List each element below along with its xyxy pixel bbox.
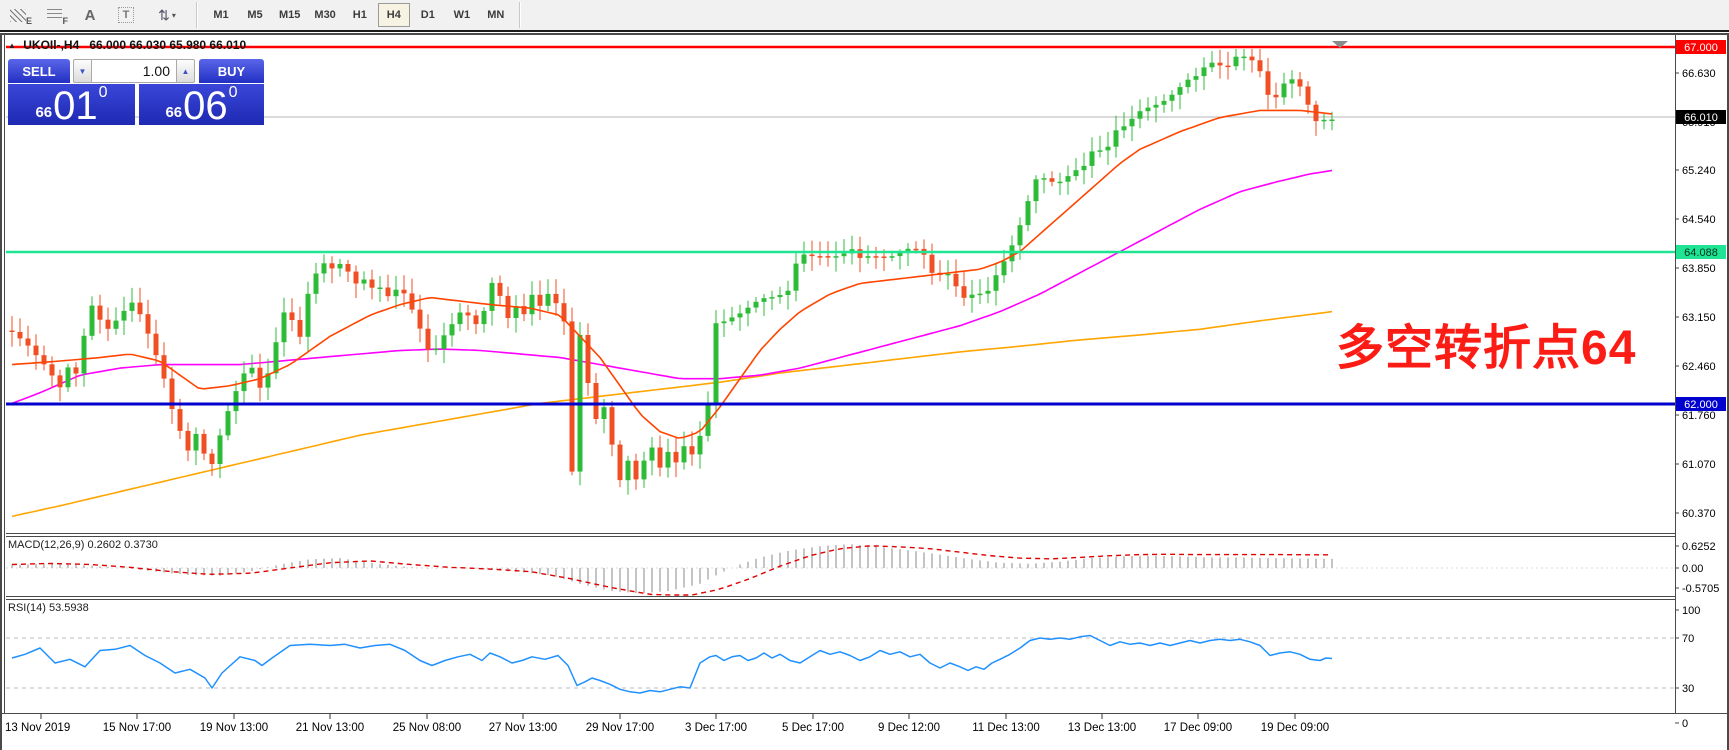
svg-text:11 Dec 13:00: 11 Dec 13:00 [972,722,1040,734]
svg-text:17 Dec 09:00: 17 Dec 09:00 [1164,722,1232,734]
sell-price-display[interactable]: 66 01 0 [8,84,135,129]
svg-text:3 Dec 17:00: 3 Dec 17:00 [685,722,747,734]
svg-text:25 Nov 08:00: 25 Nov 08:00 [393,722,461,734]
rsi-label: RSI(14) 53.5938 [8,602,89,614]
symbol-name: UKOIl-,H4 [23,38,80,52]
svg-text:13 Dec 13:00: 13 Dec 13:00 [1068,722,1136,734]
svg-text:61.760: 61.760 [1682,410,1716,422]
sell-price-prefix: 66 [35,104,53,121]
mt4-window: E F A T ⇅ ▾ M1 M5 M15 M30 H1 H4 D1 W1 MN… [0,0,1729,750]
svg-text:100: 100 [1682,605,1700,617]
ohlc-values: 66.000 66.030 65.980 66.010 [89,38,247,52]
ma-mid-line [11,169,1333,405]
svg-text:67.000: 67.000 [1684,42,1718,54]
one-click-trading-panel: SELL ▼ ▲ BUY 66 01 0 66 06 0 [8,59,264,129]
svg-text:15 Nov 17:00: 15 Nov 17:00 [103,722,171,734]
svg-text:27 Nov 13:00: 27 Nov 13:00 [489,722,557,734]
ma-slow-line [11,310,1333,518]
svg-text:30: 30 [1682,683,1694,695]
rsi-pane: 100 70 30 0 [6,605,1700,730]
price-axis: 66.63065.91065.24064.54063.85063.15062.4… [1675,68,1716,520]
svg-text:65.240: 65.240 [1682,165,1716,177]
svg-text:0.6252: 0.6252 [1682,541,1716,553]
buy-price-big: 06 [183,84,228,129]
macd-pane: 0.6252 0.00 -0.5705 [6,541,1719,596]
svg-text:-0.5705: -0.5705 [1682,583,1719,595]
svg-text:9 Dec 12:00: 9 Dec 12:00 [878,722,940,734]
buy-price-display[interactable]: 66 06 0 [139,84,264,129]
svg-text:21 Nov 13:00: 21 Nov 13:00 [296,722,364,734]
svg-text:70: 70 [1682,633,1694,645]
svg-text:64.088: 64.088 [1684,247,1718,259]
svg-text:0: 0 [1682,718,1688,730]
ma-fast-line [11,109,1333,439]
time-axis: 13 Nov 2019 15 Nov 17:00 19 Nov 13:00 21 No… [5,714,1329,734]
svg-text:19 Nov 13:00: 19 Nov 13:00 [200,722,268,734]
svg-text:66.010: 66.010 [1684,112,1718,124]
buy-price-sup: 0 [228,84,238,101]
volume-input[interactable] [92,59,176,83]
svg-text:0.00: 0.00 [1682,563,1703,575]
svg-text:63.850: 63.850 [1682,263,1716,275]
buy-price-prefix: 66 [165,104,183,121]
chart-annotation-text: 多空转折点64 [1336,322,1637,375]
svg-text:60.370: 60.370 [1682,508,1716,520]
svg-text:5 Dec 17:00: 5 Dec 17:00 [782,722,844,734]
svg-text:62.000: 62.000 [1684,399,1718,411]
svg-text:64.540: 64.540 [1682,214,1716,226]
sell-button[interactable]: SELL [8,59,70,83]
svg-text:63.150: 63.150 [1682,312,1716,324]
svg-text:13 Nov 2019: 13 Nov 2019 [5,722,70,734]
volume-decrease-button[interactable]: ▼ [73,59,92,83]
svg-text:66.630: 66.630 [1682,68,1716,80]
pane-frames [0,33,1729,750]
svg-text:62.460: 62.460 [1682,361,1716,373]
svg-text:61.070: 61.070 [1682,459,1716,471]
svg-text:29 Nov 17:00: 29 Nov 17:00 [586,722,654,734]
macd-label: MACD(12,26,9) 0.2602 0.3730 [8,539,158,551]
sell-price-big: 01 [53,84,98,129]
svg-text:19 Dec 09:00: 19 Dec 09:00 [1261,722,1329,734]
volume-increase-button[interactable]: ▲ [176,59,195,83]
sell-price-sup: 0 [98,84,108,101]
buy-button[interactable]: BUY [199,59,264,83]
collapse-arrow-icon[interactable]: ▲ [8,41,16,50]
symbol-header: ▲ UKOIl-,H4 66.000 66.030 65.980 66.010 [8,38,246,52]
